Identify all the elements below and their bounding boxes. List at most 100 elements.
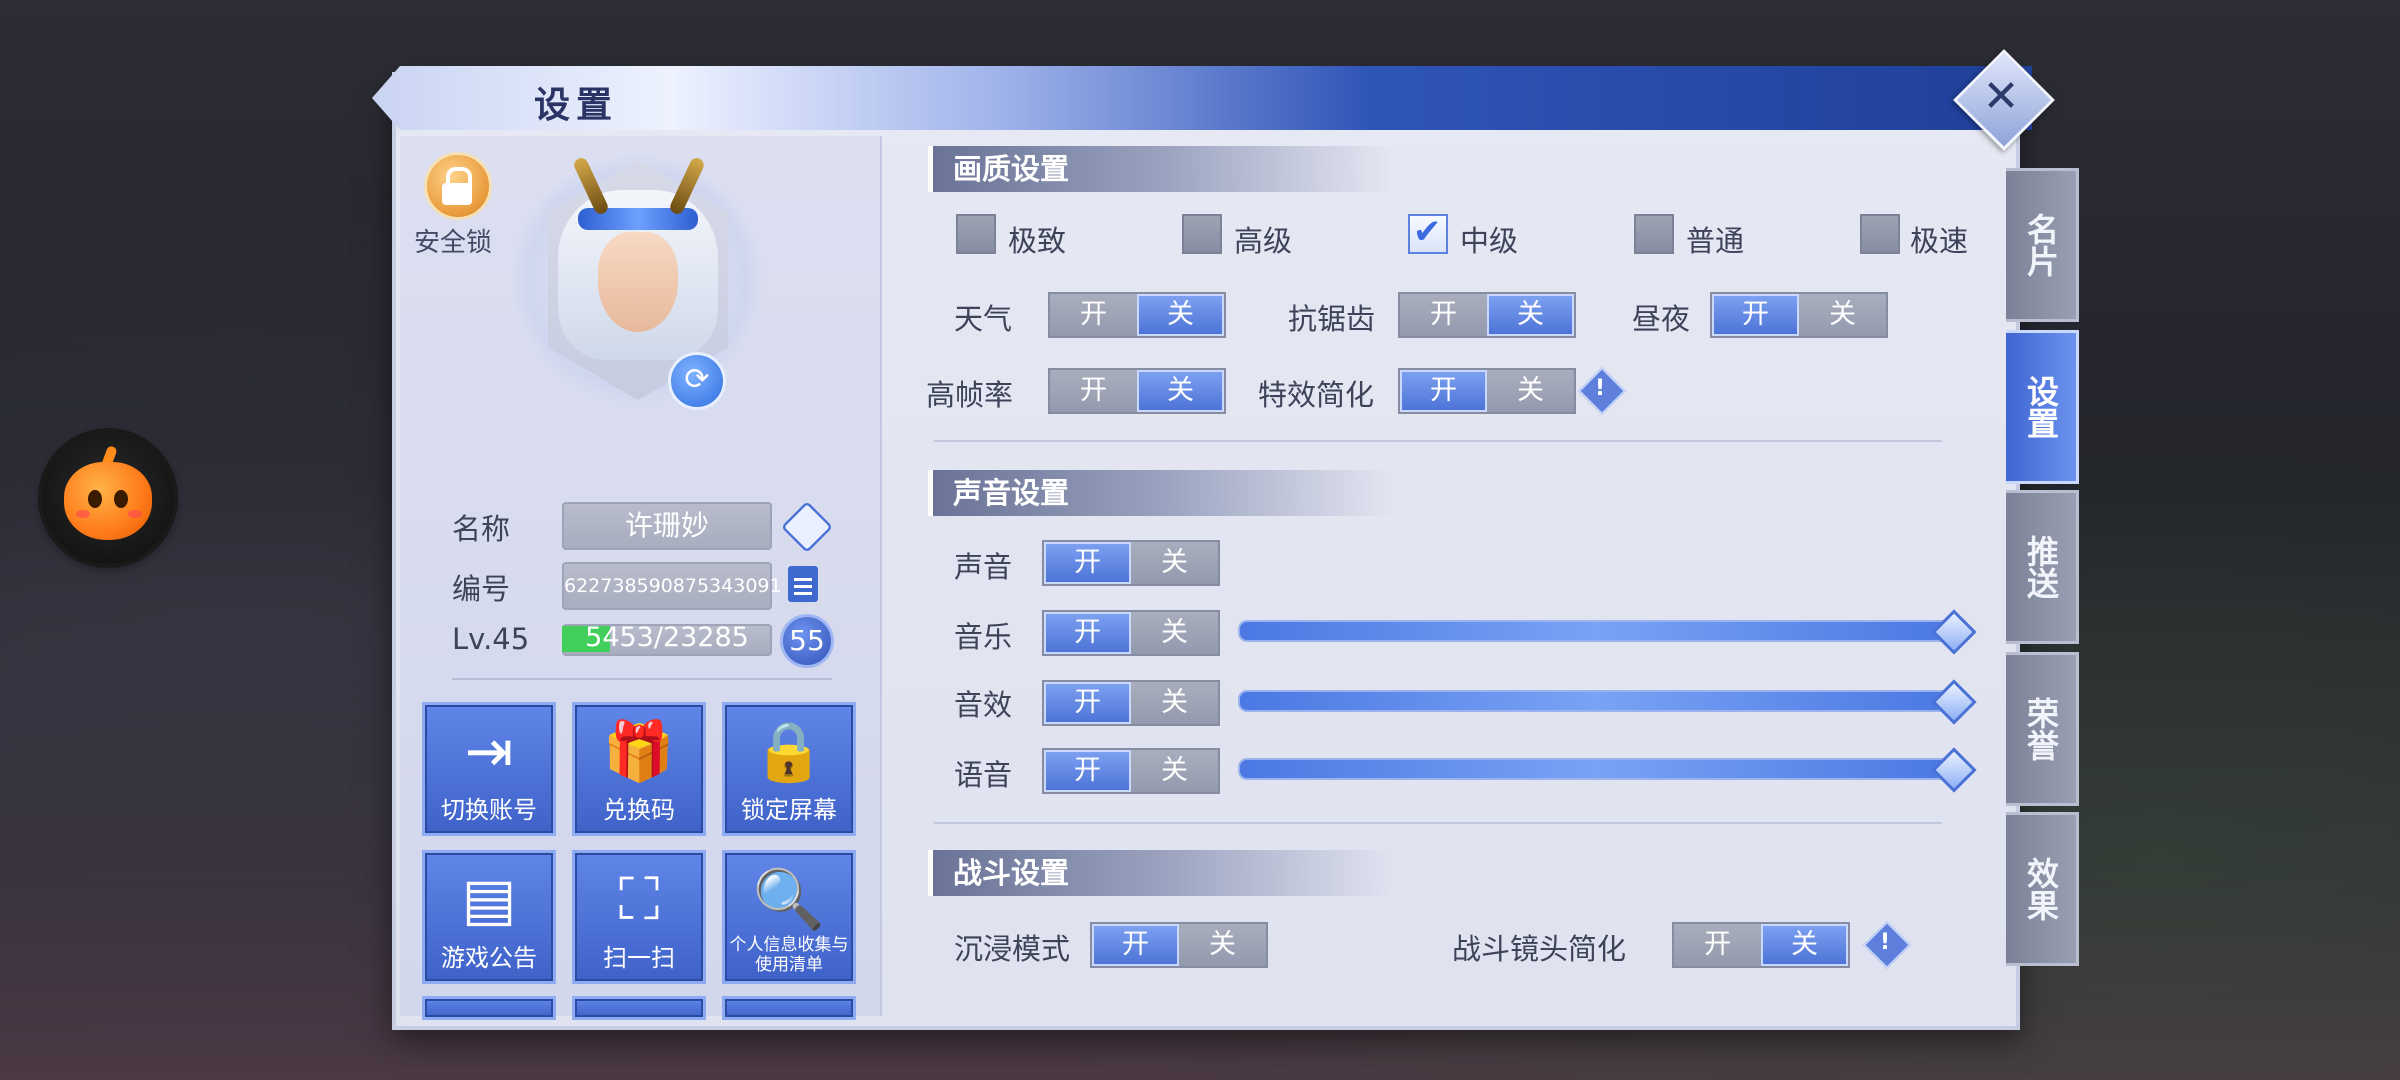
name-label: 名称 [452, 512, 511, 546]
high-fps-toggle[interactable]: 开 关 [1048, 368, 1226, 414]
toggle-off[interactable]: 关 [1799, 294, 1886, 336]
sound-section-title: 声音设置 [928, 470, 1393, 516]
toggle-on[interactable]: 开 [1092, 924, 1179, 966]
battle-section-title: 战斗设置 [928, 850, 1393, 896]
level-badge: 55 [780, 614, 834, 668]
toggle-on[interactable]: 开 [1674, 924, 1761, 966]
scan-button[interactable]: ⛶ 扫一扫 [572, 850, 706, 984]
sound-toggle[interactable]: 开 关 [1042, 540, 1220, 586]
quality-checkbox[interactable] [1860, 214, 1900, 254]
music-volume-slider[interactable] [1238, 620, 1954, 642]
pumpkin-body [64, 462, 152, 540]
high-fps-label: 高帧率 [926, 378, 1014, 412]
tile-label: 个人信息收集与使用清单 [729, 935, 849, 975]
toggle-off[interactable]: 关 [1131, 682, 1218, 724]
quality-checkbox[interactable] [1634, 214, 1674, 254]
lock-screen-button[interactable]: 🔒 锁定屏幕 [722, 702, 856, 836]
quality-checkbox[interactable] [956, 214, 996, 254]
toggle-off[interactable]: 关 [1487, 370, 1574, 412]
battle-camera-toggle[interactable]: 开 关 [1672, 922, 1850, 968]
scan-icon: ⛶ [618, 865, 660, 933]
weather-toggle[interactable]: 开 关 [1048, 292, 1226, 338]
sfx-volume-slider[interactable] [1238, 690, 1954, 712]
phone-lock-icon: 🔒 [752, 717, 826, 785]
name-field: 许珊妙 [562, 502, 772, 550]
immersive-toggle[interactable]: 开 关 [1090, 922, 1268, 968]
quality-checkbox-selected[interactable] [1408, 212, 1448, 254]
partial-tile [572, 996, 706, 1020]
music-label: 音乐 [954, 620, 1013, 654]
tab-effects[interactable]: 效果 [2006, 812, 2079, 966]
antialias-toggle[interactable]: 开 关 [1398, 292, 1576, 338]
toggle-on[interactable]: 开 [1050, 294, 1137, 336]
tab-push[interactable]: 推送 [2006, 490, 2079, 644]
toggle-on[interactable]: 开 [1712, 294, 1799, 336]
profile-divider [452, 678, 832, 680]
document-search-icon: 🔍 [752, 865, 826, 933]
quality-label: 普通 [1686, 224, 1745, 258]
tab-honor[interactable]: 荣誉 [2006, 652, 2079, 806]
redeem-code-button[interactable]: 🎁 兑换码 [572, 702, 706, 836]
pumpkin-cheek [128, 510, 142, 518]
sound-label: 声音 [954, 550, 1013, 584]
daynight-toggle[interactable]: 开 关 [1710, 292, 1888, 338]
voice-volume-slider[interactable] [1238, 758, 1954, 780]
security-lock-button[interactable] [424, 152, 492, 220]
music-toggle[interactable]: 开 关 [1042, 610, 1220, 656]
sfx-label: 音效 [954, 688, 1013, 722]
weather-label: 天气 [954, 302, 1013, 336]
quality-checkbox[interactable] [1182, 214, 1222, 254]
level-label: Lv.45 [452, 622, 530, 656]
toggle-off[interactable]: 关 [1131, 612, 1218, 654]
tab-card[interactable]: 名片 [2006, 168, 2079, 322]
tile-label: 扫一扫 [603, 944, 675, 972]
privacy-list-button[interactable]: 🔍 个人信息收集与使用清单 [722, 850, 856, 984]
toggle-on[interactable]: 开 [1400, 294, 1487, 336]
billboard-icon: ▤ [461, 865, 517, 933]
tab-settings[interactable]: 设置 [2006, 330, 2079, 484]
toggle-off[interactable]: 关 [1487, 294, 1574, 336]
toggle-off[interactable]: 关 [1137, 294, 1224, 336]
sfx-toggle[interactable]: 开 关 [1042, 680, 1220, 726]
immersive-label: 沉浸模式 [954, 932, 1071, 966]
avatar-face [598, 232, 678, 332]
tab-label: 名片 [2022, 213, 2060, 277]
toggle-off[interactable]: 关 [1761, 924, 1848, 966]
pumpkin-assistant-icon[interactable] [42, 432, 174, 564]
close-icon[interactable]: ✕ [1968, 64, 2034, 130]
toggle-off[interactable]: 关 [1179, 924, 1266, 966]
toggle-on[interactable]: 开 [1044, 750, 1131, 792]
quality-label: 极致 [1008, 224, 1067, 258]
info-icon[interactable]: ! [1870, 928, 1900, 958]
toggle-on[interactable]: 开 [1044, 612, 1131, 654]
copy-id-icon[interactable] [788, 566, 818, 602]
toggle-off[interactable]: 关 [1131, 750, 1218, 792]
toggle-off[interactable]: 关 [1131, 542, 1218, 584]
id-label: 编号 [452, 572, 511, 606]
info-icon[interactable]: ! [1585, 374, 1615, 404]
announcement-button[interactable]: ▤ 游戏公告 [422, 850, 556, 984]
toggle-on[interactable]: 开 [1044, 542, 1131, 584]
gift-icon: 🎁 [602, 717, 676, 785]
toggle-on[interactable]: 开 [1044, 682, 1131, 724]
toggle-on[interactable]: 开 [1050, 370, 1137, 412]
section-divider [934, 822, 1942, 824]
refresh-avatar-icon[interactable]: ⟳ [668, 352, 726, 410]
voice-label: 语音 [954, 758, 1013, 792]
quality-label: 高级 [1234, 224, 1293, 258]
tab-label: 推送 [2022, 535, 2060, 599]
switch-account-button[interactable]: ⇥ 切换账号 [422, 702, 556, 836]
voice-toggle[interactable]: 开 关 [1042, 748, 1220, 794]
effect-simplify-label: 特效简化 [1258, 378, 1375, 412]
tile-label: 兑换码 [603, 796, 675, 824]
daynight-label: 昼夜 [1632, 302, 1691, 336]
pumpkin-cheek [76, 510, 90, 518]
toggle-on[interactable]: 开 [1400, 370, 1487, 412]
pumpkin-eye [114, 490, 128, 508]
effect-simplify-toggle[interactable]: 开 关 [1398, 368, 1576, 414]
toggle-off[interactable]: 关 [1137, 370, 1224, 412]
title-bar [372, 66, 2032, 130]
tab-label: 设置 [2022, 375, 2060, 439]
partial-tile [722, 996, 856, 1020]
graphics-section-title: 画质设置 [928, 146, 1393, 192]
